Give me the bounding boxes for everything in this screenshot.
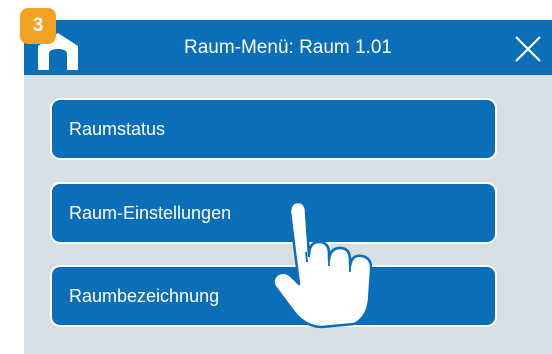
close-icon[interactable] — [514, 35, 542, 63]
raumstatus-button[interactable]: Raumstatus — [50, 98, 497, 160]
pointing-hand-icon — [272, 200, 373, 329]
page-title: Raum-Menü: Raum 1.01 — [183, 37, 393, 58]
step-badge: 3 — [20, 8, 56, 44]
